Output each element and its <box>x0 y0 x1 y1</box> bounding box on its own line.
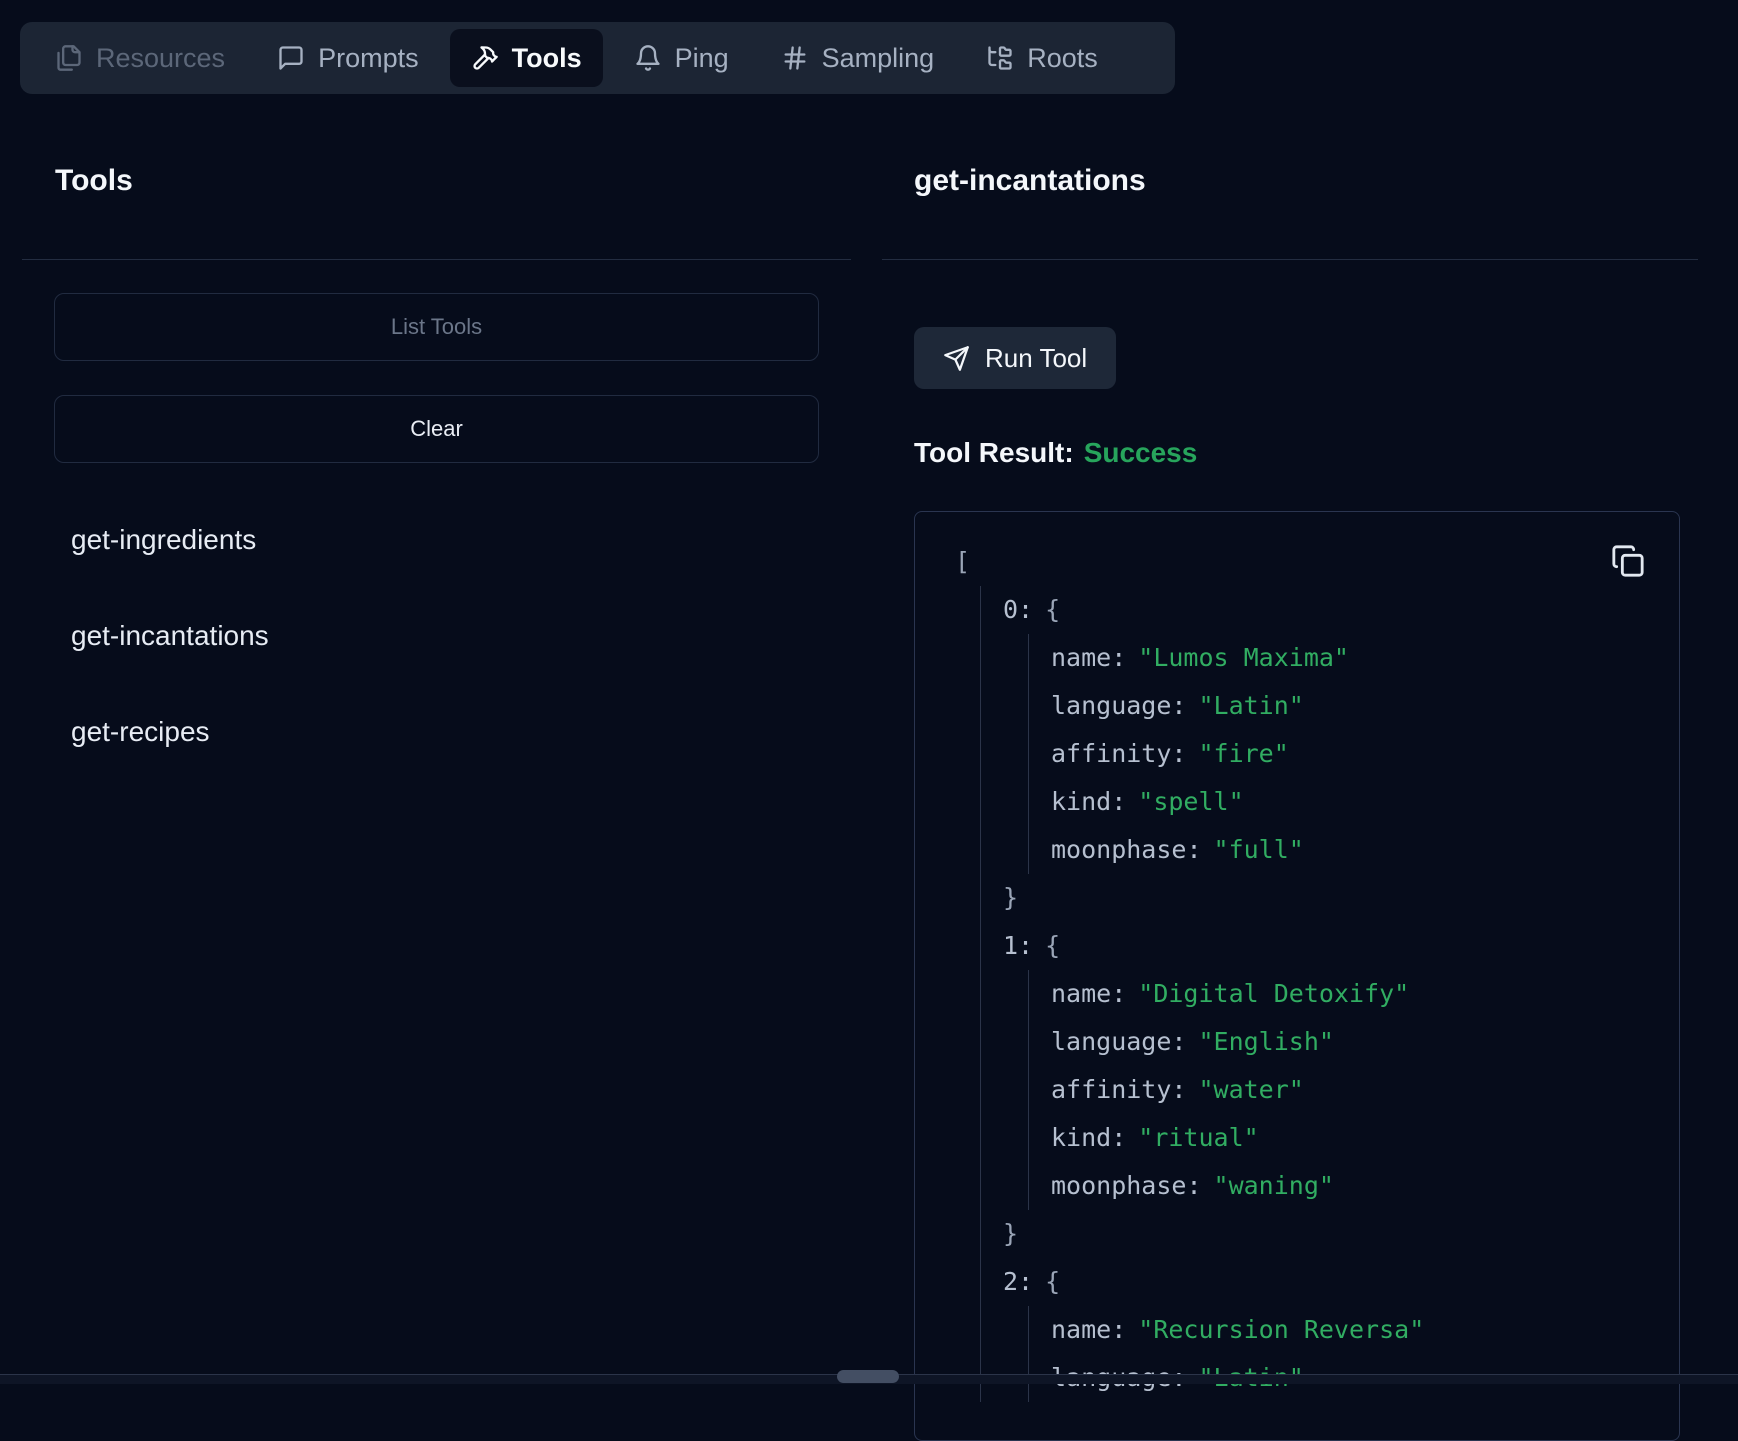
json-item-header[interactable]: 2:{ <box>1003 1258 1651 1306</box>
json-item-body: name:"Lumos Maxima" language:"Latin" aff… <box>1028 634 1651 874</box>
json-open-bracket: [ <box>955 538 1651 586</box>
tool-list-item-get-ingredients[interactable]: get-ingredients <box>71 524 851 556</box>
json-item-body: name:"Digital Detoxify" language:"Englis… <box>1028 970 1651 1210</box>
json-field: moonphase:"full" <box>1051 826 1651 874</box>
tool-result-line: Tool Result: Success <box>914 437 1698 469</box>
send-icon <box>943 345 970 372</box>
json-item-close: } <box>1003 1210 1651 1258</box>
json-field: name:"Digital Detoxify" <box>1051 970 1651 1018</box>
json-field: language:"Latin" <box>1051 682 1651 730</box>
tool-result-json-viewer: [ 0:{ name:"Lumos Maxima" language:"Lati… <box>914 511 1680 1441</box>
tool-list: get-ingredients get-incantations get-rec… <box>71 524 851 748</box>
tool-detail-panel: get-incantations Run Tool Tool Result: Su… <box>882 0 1698 1441</box>
list-tools-button[interactable]: List Tools <box>54 293 819 361</box>
splitter-drag-handle[interactable] <box>837 1370 899 1383</box>
copy-icon <box>1611 544 1649 578</box>
json-item-header[interactable]: 0:{ <box>1003 586 1651 634</box>
tool-list-item-get-recipes[interactable]: get-recipes <box>71 716 851 748</box>
json-field: kind:"ritual" <box>1051 1114 1651 1162</box>
json-item-body: name:"Recursion Reversa" language:"Latin… <box>1028 1306 1651 1402</box>
panel-divider <box>22 259 851 260</box>
run-tool-label: Run Tool <box>985 343 1087 374</box>
json-field: name:"Lumos Maxima" <box>1051 634 1651 682</box>
json-array-body: 0:{ name:"Lumos Maxima" language:"Latin"… <box>980 586 1651 1402</box>
json-field: moonphase:"waning" <box>1051 1162 1651 1210</box>
json-field: affinity:"water" <box>1051 1066 1651 1114</box>
copy-button[interactable] <box>1611 542 1649 580</box>
json-item-close: } <box>1003 874 1651 922</box>
tool-result-label: Tool Result: <box>914 437 1074 468</box>
tools-panel: Tools List Tools Clear get-ingredients g… <box>22 0 851 812</box>
json-field: affinity:"fire" <box>1051 730 1651 778</box>
selected-tool-title: get-incantations <box>914 164 1698 198</box>
tool-list-item-get-incantations[interactable]: get-incantations <box>71 620 851 652</box>
clear-button[interactable]: Clear <box>54 395 819 463</box>
json-item-header[interactable]: 1:{ <box>1003 922 1651 970</box>
json-field: name:"Recursion Reversa" <box>1051 1306 1651 1354</box>
run-tool-button[interactable]: Run Tool <box>914 327 1116 389</box>
status-badge: Success <box>1084 437 1198 468</box>
json-field: language:"English" <box>1051 1018 1651 1066</box>
bottom-panel-edge <box>0 1374 1738 1384</box>
json-field: kind:"spell" <box>1051 778 1651 826</box>
tools-panel-title: Tools <box>55 164 851 198</box>
panel-divider <box>882 259 1698 260</box>
